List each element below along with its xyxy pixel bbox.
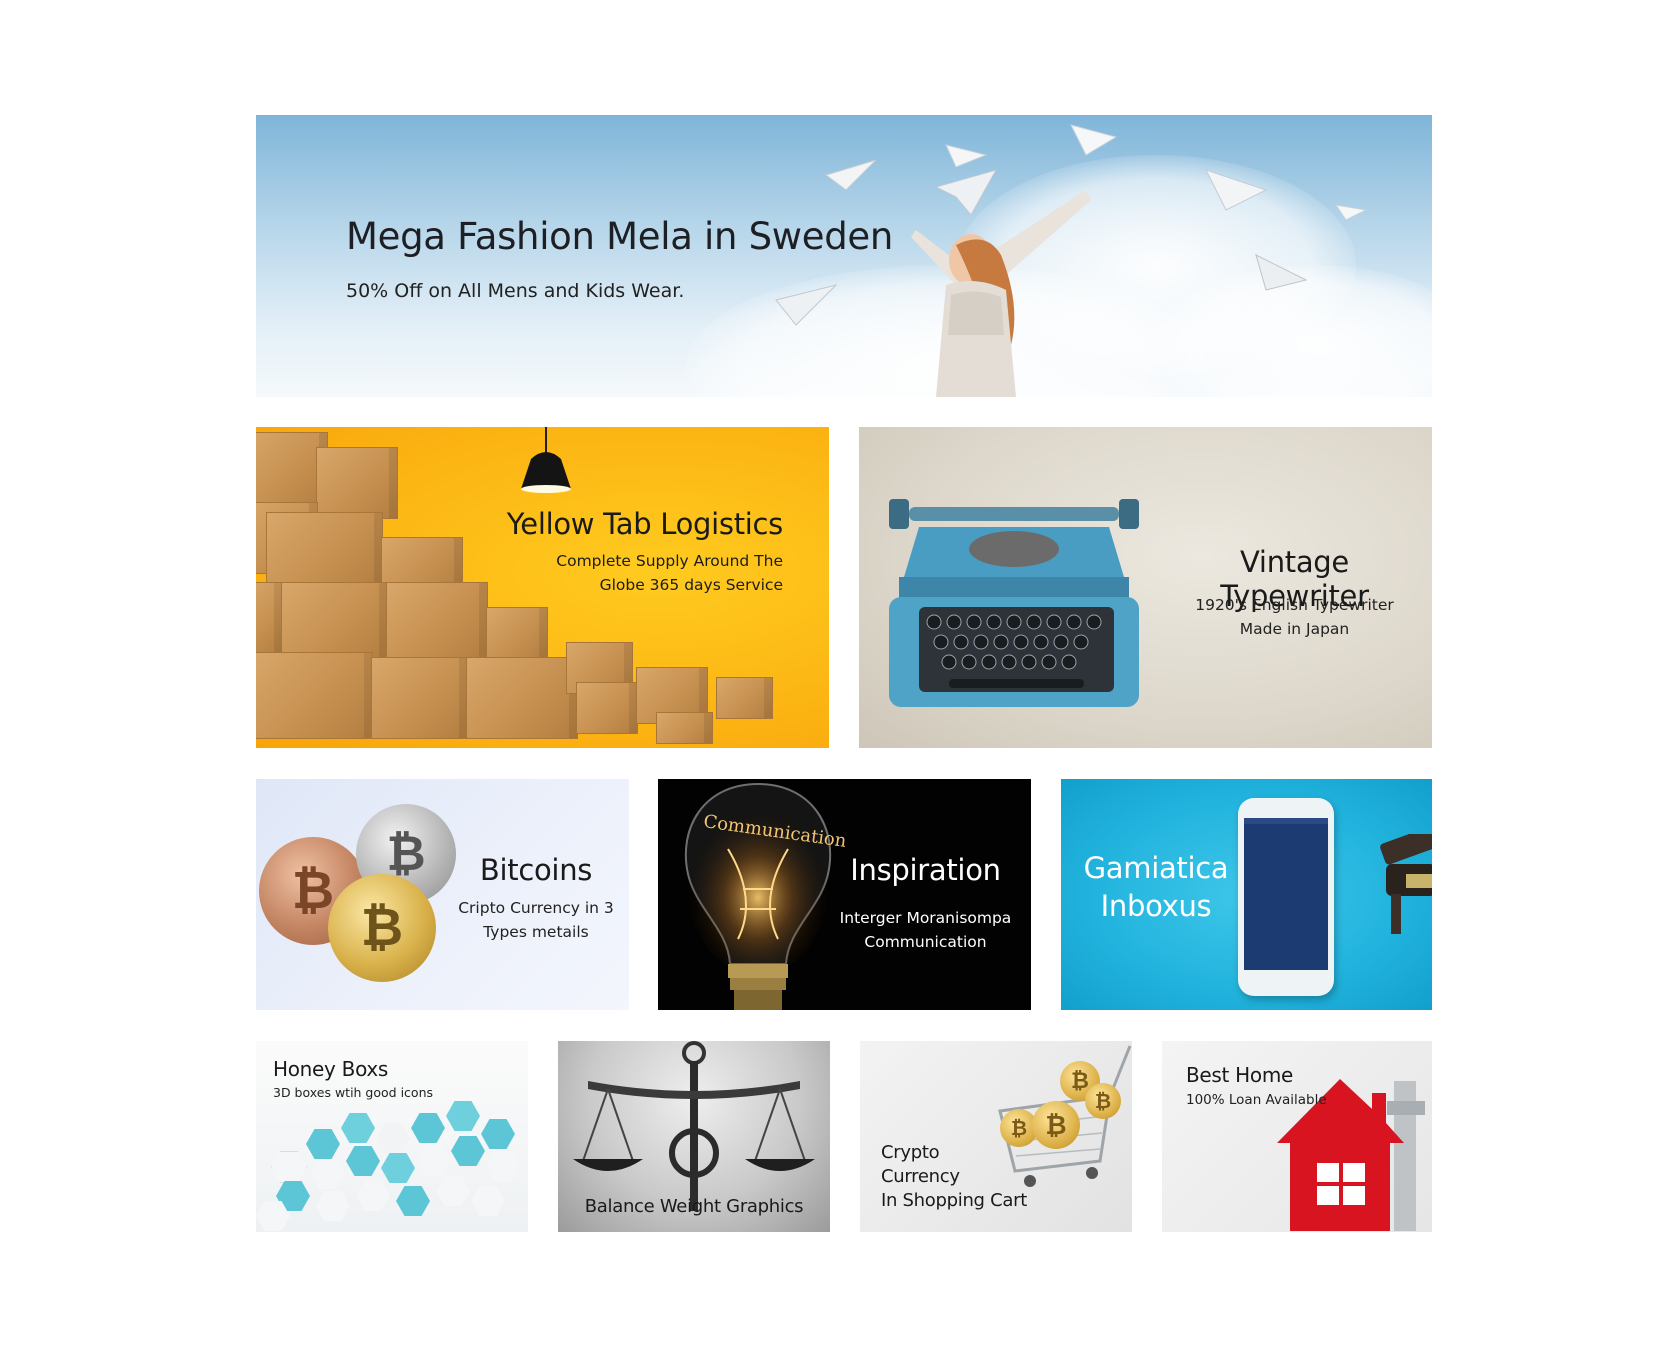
cardboard-box xyxy=(266,512,383,589)
banner-subtitle: 3D boxes wtih good icons xyxy=(273,1085,433,1100)
cardboard-box xyxy=(576,682,638,734)
light-bulb-illustration xyxy=(684,782,832,1010)
banner-subtitle: 1920's English Typewriter Made in Japan xyxy=(1172,593,1417,641)
cardboard-box xyxy=(386,582,488,659)
title-line-3: In Shopping Cart xyxy=(881,1190,1027,1211)
banner-crypto-cart[interactable]: ₿ ₿ ₿ ₿ Crypto Currency In Shopping Cart xyxy=(860,1041,1132,1232)
banner-title: Balance Weight Graphics xyxy=(584,1196,804,1217)
banner-title: Gamiatica Inboxus xyxy=(1071,849,1241,925)
banner-gamiatica-inboxus[interactable]: Gamiatica Inboxus xyxy=(1061,779,1432,1010)
banner-subtitle: Cripto Currency in 3 Types metails xyxy=(458,899,614,941)
subtitle-line-2: Made in Japan xyxy=(1239,620,1350,638)
banner-subtitle: Interger Moranisompa Communication xyxy=(833,906,1018,954)
cardboard-box xyxy=(281,582,388,659)
woman-jumping-illustration xyxy=(911,190,1091,397)
banner-subtitle: Complete Supply Around The Globe 365 day… xyxy=(556,552,783,594)
banner-mega-fashion[interactable]: Mega Fashion Mela in Sweden 50% Off on A… xyxy=(256,115,1432,397)
banner-yellow-tab-logistics[interactable]: Yellow Tab Logistics Complete Supply Aro… xyxy=(256,427,829,748)
banner-best-home[interactable]: Best Home 100% Loan Available xyxy=(1162,1041,1432,1232)
banner-subtitle: 100% Loan Available xyxy=(1186,1092,1327,1108)
banner-honey-boxs[interactable]: Honey Boxs 3D boxes wtih good icons xyxy=(256,1041,528,1232)
banner-inspiration[interactable]: Communication Inspiration Interger Moran… xyxy=(658,779,1031,1010)
phone-screen xyxy=(1244,818,1328,970)
title-line-2: Inboxus xyxy=(1100,889,1212,923)
banner-vintage-typewriter[interactable]: Vintage Typewriter 1920's English Typewr… xyxy=(859,427,1432,748)
cardboard-box xyxy=(486,607,548,659)
typewriter-illustration xyxy=(889,499,1139,707)
banner-title: Best Home xyxy=(1186,1063,1294,1087)
subtitle-line-1: 1920's English Typewriter xyxy=(1195,596,1394,614)
title-line-2: Currency xyxy=(881,1166,960,1187)
cardboard-box xyxy=(316,447,398,519)
cardboard-box xyxy=(656,712,713,744)
banner-title: Crypto Currency In Shopping Cart xyxy=(881,1141,1041,1213)
subtitle-line-1: Interger Moranisompa xyxy=(839,909,1012,927)
smartphone-illustration xyxy=(1238,798,1334,996)
cardboard-box xyxy=(466,657,578,739)
banner-title: Yellow Tab Logistics xyxy=(506,507,784,541)
cardboard-box xyxy=(256,652,373,739)
title-line-1: Crypto xyxy=(881,1142,940,1163)
banner-title: Honey Boxs xyxy=(273,1057,389,1081)
banner-title: Bitcoins xyxy=(479,853,593,887)
banner-title: Inspiration xyxy=(850,853,1001,887)
cardboard-box xyxy=(716,677,773,719)
banner-title: Mega Fashion Mela in Sweden xyxy=(346,215,894,258)
title-line-1: Gamiatica xyxy=(1083,851,1229,885)
bitcoin-icon: ₿ xyxy=(1085,1083,1121,1119)
cardboard-box xyxy=(256,582,283,654)
banner-bitcoins[interactable]: ₿ ₿ ₿ Bitcoins Cripto Currency in 3 Type… xyxy=(256,779,629,1010)
gavel-icon xyxy=(1380,834,1432,934)
pendant-lamp-icon xyxy=(521,427,571,493)
bitcoin-icon: ₿ xyxy=(328,874,436,982)
banner-subtitle: 50% Off on All Mens and Kids Wear. xyxy=(346,280,685,302)
subtitle-line-2: Communication xyxy=(864,933,987,951)
banner-balance-weight[interactable]: Balance Weight Graphics xyxy=(558,1041,830,1232)
cardboard-box xyxy=(371,657,468,739)
